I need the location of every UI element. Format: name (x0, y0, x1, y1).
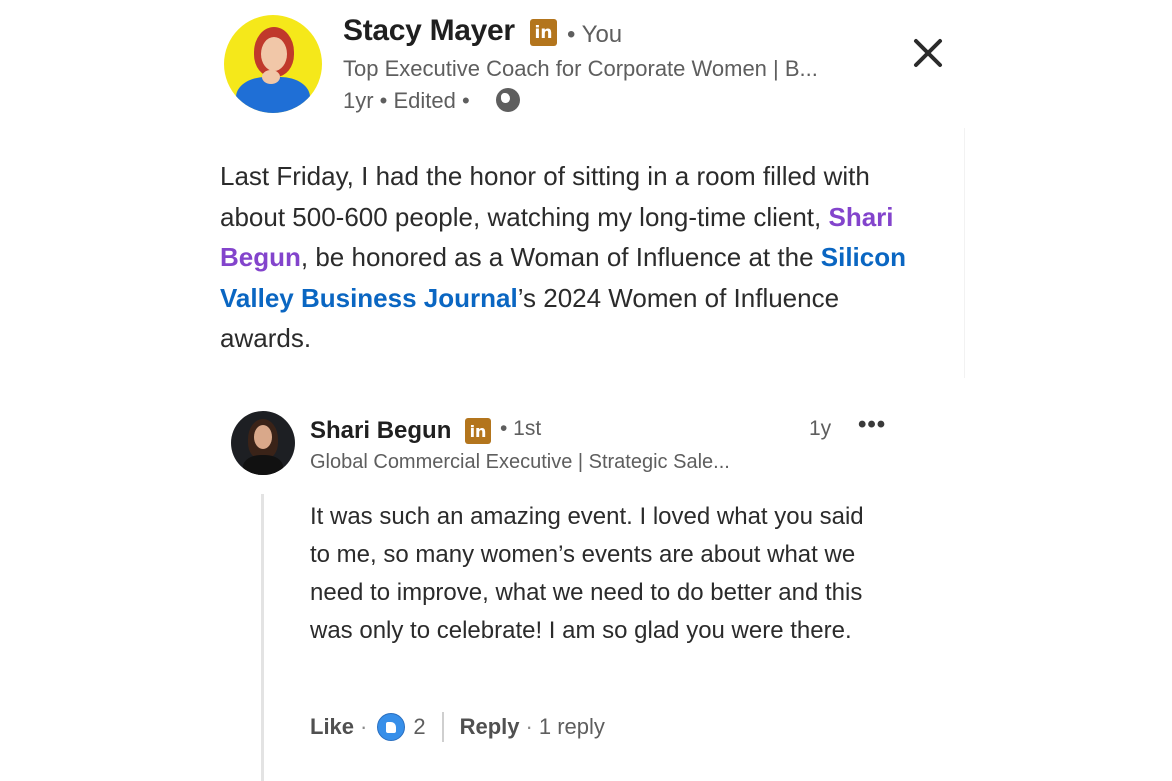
author-headline: Top Executive Coach for Corporate Women … (343, 56, 818, 81)
divider (441, 712, 444, 742)
post-meta: 1yr • Edited • (343, 88, 470, 113)
author-relation: • You (567, 21, 623, 48)
post-text-part: Last Friday, I had the honor of sitting … (220, 161, 870, 232)
more-icon[interactable]: ••• (858, 411, 886, 439)
like-button[interactable]: Like (310, 714, 354, 740)
avatar-body (243, 455, 283, 475)
commenter-avatar[interactable] (231, 411, 295, 475)
divider (964, 128, 965, 378)
linkedin-badge-icon: in (530, 19, 557, 46)
avatar-face (254, 425, 272, 449)
post-text: Last Friday, I had the honor of sitting … (220, 156, 930, 359)
connection-degree: • 1st (500, 417, 542, 440)
comment-actions: Like · 2 Reply · 1 reply (310, 711, 605, 743)
commenter-headline: Global Commercial Executive | Strategic … (310, 451, 730, 473)
comment-text: It was such an amazing event. I loved wh… (310, 498, 890, 650)
close-icon[interactable] (905, 30, 951, 76)
separator-dot: · (525, 714, 533, 739)
post-author-name[interactable]: Stacy Mayer (343, 14, 515, 48)
like-count[interactable]: 2 (413, 714, 425, 740)
linkedin-badge-icon: in (465, 418, 491, 444)
separator-dot: · (360, 714, 368, 739)
avatar-hand (262, 70, 280, 84)
author-avatar[interactable] (224, 15, 322, 113)
thread-line (261, 494, 264, 781)
globe-icon (496, 88, 520, 112)
reply-button[interactable]: Reply (460, 714, 520, 740)
commenter-name[interactable]: Shari Begun (310, 417, 451, 445)
post-text-part: , be honored as a Woman of Influence at … (300, 242, 821, 273)
reply-count-link[interactable]: 1 reply (539, 714, 605, 740)
comment-text-body: It was such an amazing event. I loved wh… (310, 503, 864, 644)
like-reaction-icon[interactable] (377, 713, 406, 741)
avatar-face (261, 37, 287, 71)
comment-timestamp: 1y (809, 417, 832, 440)
